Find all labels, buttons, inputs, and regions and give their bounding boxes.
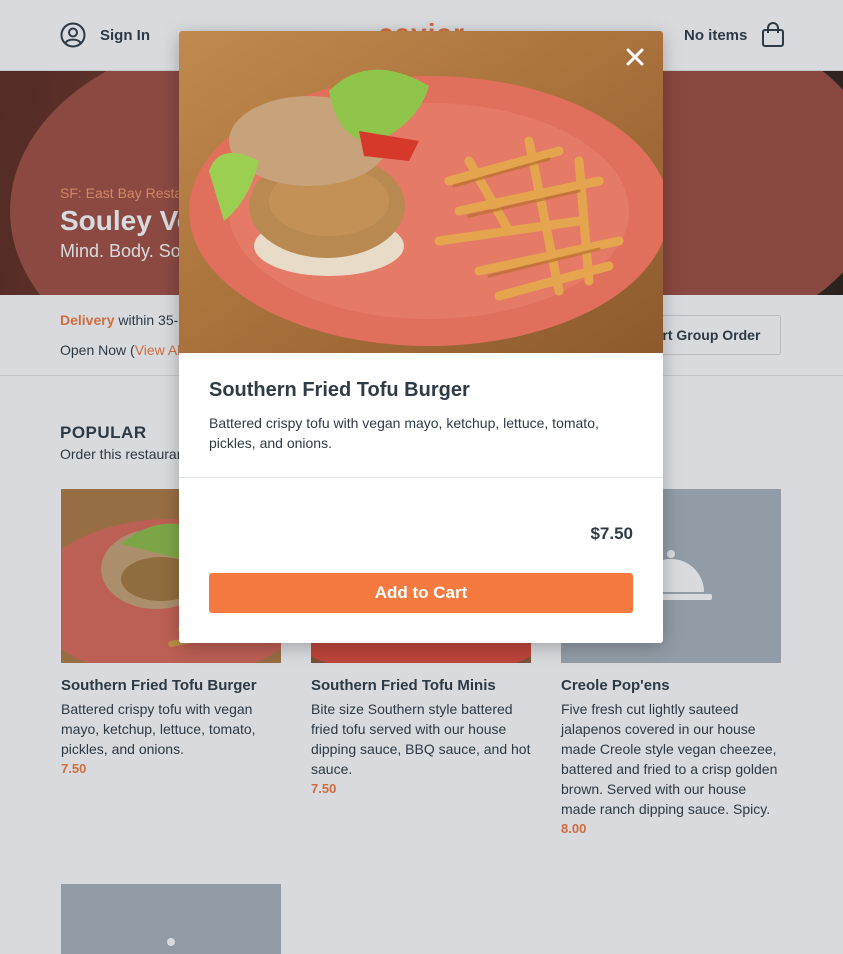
menu-item-modal: Southern Fried Tofu Burger Battered cris… <box>179 31 663 643</box>
close-icon[interactable] <box>623 45 647 69</box>
add-to-cart-button[interactable]: Add to Cart <box>209 573 633 613</box>
modal-item-title: Southern Fried Tofu Burger <box>209 379 470 401</box>
menu-item-modal-photo <box>179 31 663 353</box>
modal-item-description: Battered crispy tofu with vegan mayo, ke… <box>209 415 599 451</box>
modal-divider <box>179 477 663 478</box>
modal-item-price: $7.50 <box>590 524 633 543</box>
